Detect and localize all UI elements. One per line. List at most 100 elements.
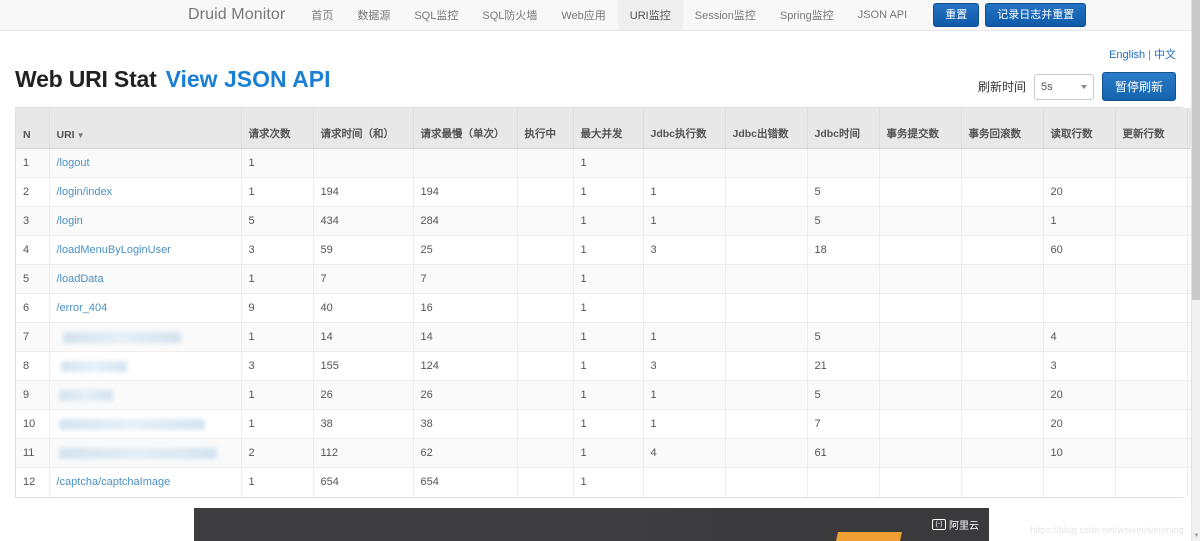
cell-rows-update <box>1115 293 1188 323</box>
nav-item-session-monitor[interactable]: Session监控 <box>683 0 768 30</box>
cell-uri[interactable]: /captcha/captchaImage <box>49 467 242 497</box>
nav-item-spring-monitor[interactable]: Spring监控 <box>768 0 846 30</box>
refresh-interval-label: 刷新时间 <box>977 80 1026 94</box>
cell-tx-rollback-count <box>961 293 1044 323</box>
lang-english-link[interactable]: English <box>1109 49 1145 61</box>
aliyun-logo-text: 阿里云 <box>949 521 979 532</box>
nav-item-sql-firewall[interactable]: SQL防火墙 <box>470 0 549 30</box>
cell-uri[interactable] <box>49 351 242 381</box>
refresh-interval-select[interactable]: 5s <box>1033 73 1094 100</box>
cell-rows-read <box>1043 148 1116 178</box>
cell-uri[interactable]: /loadData <box>49 264 242 294</box>
cell-uri[interactable]: /logout <box>49 148 242 178</box>
nav-item-home[interactable]: 首页 <box>299 0 345 30</box>
cell-request-slowest: 38 <box>413 409 518 439</box>
uri-link[interactable]: /login/index <box>57 186 113 198</box>
cell-jdbc-exec-count <box>643 264 726 294</box>
cell-uri[interactable] <box>49 438 242 468</box>
col-header-uri[interactable]: URI ▼ <box>49 108 242 149</box>
nav-item-datasource[interactable]: 数据源 <box>345 0 402 30</box>
col-header-rows-update[interactable]: 更新行数 <box>1115 108 1188 149</box>
cell-uri[interactable]: /loadMenuByLoginUser <box>49 235 242 265</box>
redacted-uri <box>60 360 127 372</box>
cell-rows-read: 3 <box>1043 351 1116 381</box>
cell-rows-read: 10 <box>1043 438 1116 468</box>
col-header-jdbc-time[interactable]: Jdbc时间 <box>807 108 880 149</box>
uri-link[interactable]: /loadMenuByLoginUser <box>57 244 171 256</box>
cell-jdbc-time: 5 <box>807 206 880 236</box>
cell-running <box>517 264 574 294</box>
col-header-tx-commit-count[interactable]: 事务提交数 <box>879 108 962 149</box>
cell-rows-update <box>1115 148 1188 178</box>
cell-index: 4 <box>16 235 50 265</box>
cell-uri[interactable] <box>49 380 242 410</box>
chevron-down-icon <box>1080 84 1087 89</box>
cell-jdbc-error-count <box>725 293 808 323</box>
lang-chinese-link[interactable]: 中文 <box>1154 49 1176 61</box>
nav-item-sql-monitor[interactable]: SQL监控 <box>402 0 470 30</box>
uri-link[interactable]: /login <box>57 215 83 227</box>
cell-uri[interactable]: /login/index <box>49 177 242 207</box>
cell-jdbc-error-count <box>725 438 808 468</box>
cell-rows-update <box>1115 206 1188 236</box>
cell-request-time-sum: 40 <box>313 293 414 323</box>
ad-accent-shape <box>836 532 902 541</box>
cell-jdbc-error-count <box>725 380 808 410</box>
table-row: 4/loadMenuByLoginUser35925131860[0,0,3,0… <box>16 235 1200 265</box>
cell-request-time-sum: 38 <box>313 409 414 439</box>
cell-uri[interactable] <box>49 409 242 439</box>
col-header-rows-read[interactable]: 读取行数 <box>1043 108 1116 149</box>
navbar-buttons: 重置 记录日志并重置 <box>919 0 1087 30</box>
cell-rows-update <box>1115 235 1188 265</box>
cell-request-slowest: 7 <box>413 264 518 294</box>
vertical-scrollbar[interactable]: ▲ ▼ <box>1191 0 1200 541</box>
nav-item-web-app[interactable]: Web应用 <box>549 0 617 30</box>
watermark-text: https://blog.csdn.net/weixin/wenming <box>1030 525 1184 535</box>
view-json-api-link[interactable]: View JSON API <box>166 66 331 93</box>
col-header-jdbc-exec-count[interactable]: Jdbc执行数 <box>643 108 726 149</box>
col-header-max-concurrent[interactable]: 最大并发 <box>573 108 644 149</box>
scroll-down-arrow-icon[interactable]: ▼ <box>1193 533 1200 540</box>
uri-link[interactable]: /loadData <box>57 273 104 285</box>
col-header-n[interactable]: N <box>16 108 50 149</box>
cell-running <box>517 351 574 381</box>
col-header-request-slowest[interactable]: 请求最慢（单次） <box>413 108 518 149</box>
reset-button[interactable]: 重置 <box>933 3 980 27</box>
uri-link[interactable]: /logout <box>57 157 90 169</box>
col-header-jdbc-error-count[interactable]: Jdbc出错数 <box>725 108 808 149</box>
uri-link[interactable]: /captcha/captchaImage <box>57 476 171 488</box>
cell-tx-commit-count <box>879 206 962 236</box>
cell-request-count: 1 <box>241 409 314 439</box>
cell-jdbc-time <box>807 148 880 178</box>
page-title: Web URI Stat <box>15 66 157 92</box>
cell-rows-read: 60 <box>1043 235 1116 265</box>
cell-uri[interactable] <box>49 322 242 352</box>
cell-index: 12 <box>16 467 50 497</box>
nav-item-json-api[interactable]: JSON API <box>846 0 920 30</box>
pause-refresh-button[interactable]: 暂停刷新 <box>1101 72 1176 101</box>
col-header-tx-rollback-count[interactable]: 事务回滚数 <box>961 108 1044 149</box>
nav-item-uri-monitor[interactable]: URI监控 <box>617 0 683 30</box>
cell-uri[interactable]: /login <box>49 206 242 236</box>
cell-max-concurrent: 1 <box>573 438 644 468</box>
cell-jdbc-time: 5 <box>807 322 880 352</box>
cell-tx-commit-count <box>879 264 962 294</box>
log-and-reset-button[interactable]: 记录日志并重置 <box>985 3 1087 27</box>
cell-request-time-sum: 434 <box>313 206 414 236</box>
nav-item-list: 首页 数据源 SQL监控 SQL防火墙 Web应用 URI监控 Session监… <box>299 0 919 30</box>
cell-max-concurrent: 1 <box>573 409 644 439</box>
cell-request-count: 5 <box>241 206 314 236</box>
cell-max-concurrent: 1 <box>573 467 644 497</box>
cell-tx-commit-count <box>879 235 962 265</box>
cell-max-concurrent: 1 <box>573 322 644 352</box>
cell-max-concurrent: 1 <box>573 177 644 207</box>
uri-link[interactable]: /error_404 <box>57 302 108 314</box>
cell-uri[interactable]: /error_404 <box>49 293 242 323</box>
cell-rows-read <box>1043 293 1116 323</box>
col-header-running[interactable]: 执行中 <box>517 108 574 149</box>
col-header-request-time-sum[interactable]: 请求时间（和） <box>313 108 414 149</box>
col-header-request-count[interactable]: 请求次数 <box>241 108 314 149</box>
scrollbar-thumb[interactable] <box>1192 0 1200 300</box>
cell-tx-rollback-count <box>961 467 1044 497</box>
advertisement-banner[interactable]: (-) 阿里云 <box>194 508 989 541</box>
